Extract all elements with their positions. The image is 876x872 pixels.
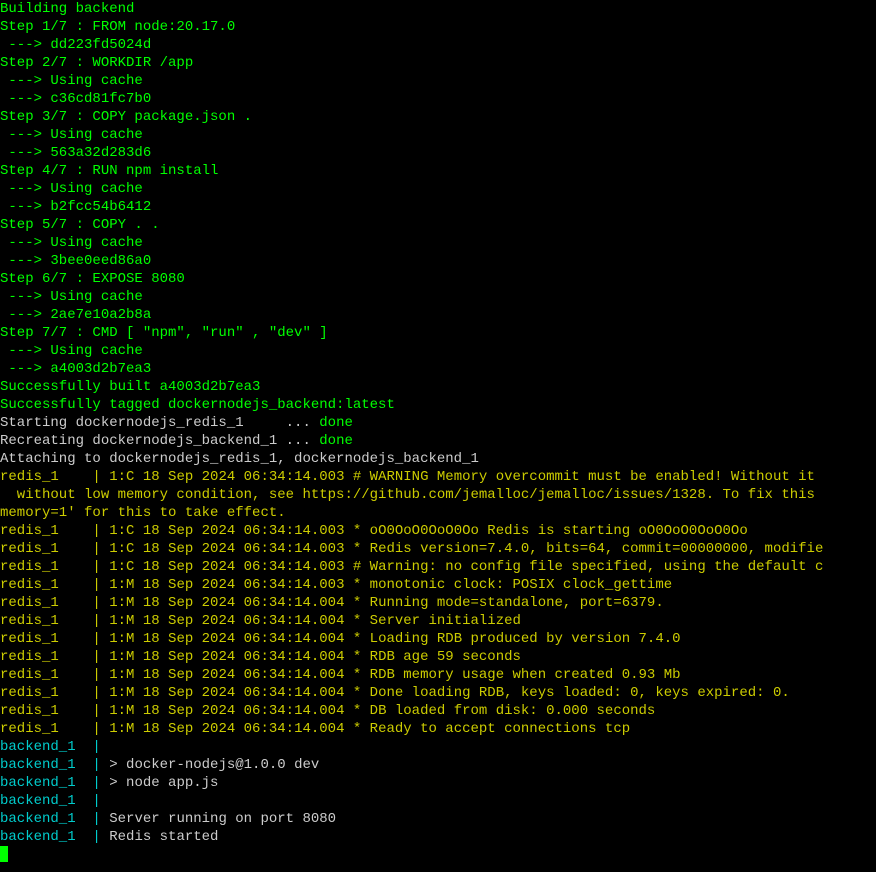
backend-log: backend_1 | Server running on port 8080 — [0, 810, 876, 828]
build-step: Step 7/7 : CMD [ "npm", "run" , "dev" ] — [0, 324, 876, 342]
build-success: Successfully tagged dockernodejs_backend… — [0, 396, 876, 414]
redis-log: redis_1 | 1:C 18 Sep 2024 06:34:14.003 *… — [0, 522, 876, 540]
build-success: Successfully built a4003d2b7ea3 — [0, 378, 876, 396]
redis-log: without low memory condition, see https:… — [0, 486, 876, 504]
cursor-line — [0, 846, 876, 868]
build-step: Step 1/7 : FROM node:20.17.0 — [0, 18, 876, 36]
redis-log: redis_1 | 1:M 18 Sep 2024 06:34:14.003 *… — [0, 576, 876, 594]
build-hash: ---> 563a32d283d6 — [0, 144, 876, 162]
build-hash: ---> dd223fd5024d — [0, 36, 876, 54]
starting-redis: Starting dockernodejs_redis_1 ... done — [0, 414, 876, 432]
backend-log: backend_1 | — [0, 738, 876, 756]
build-cache: ---> Using cache — [0, 342, 876, 360]
build-step: Step 4/7 : RUN npm install — [0, 162, 876, 180]
build-step: Step 5/7 : COPY . . — [0, 216, 876, 234]
redis-log: redis_1 | 1:M 18 Sep 2024 06:34:14.004 *… — [0, 666, 876, 684]
redis-log: redis_1 | 1:M 18 Sep 2024 06:34:14.004 *… — [0, 684, 876, 702]
build-cache: ---> Using cache — [0, 288, 876, 306]
backend-log: backend_1 | Redis started — [0, 828, 876, 846]
redis-log: redis_1 | 1:C 18 Sep 2024 06:34:14.003 *… — [0, 540, 876, 558]
build-step: Step 6/7 : EXPOSE 8080 — [0, 270, 876, 288]
redis-log: redis_1 | 1:M 18 Sep 2024 06:34:14.004 *… — [0, 720, 876, 738]
terminal-output[interactable]: Building backend Step 1/7 : FROM node:20… — [0, 0, 876, 868]
build-step: Step 3/7 : COPY package.json . — [0, 108, 876, 126]
build-hash: ---> a4003d2b7ea3 — [0, 360, 876, 378]
redis-log: memory=1' for this to take effect. — [0, 504, 876, 522]
build-cache: ---> Using cache — [0, 72, 876, 90]
redis-log: redis_1 | 1:M 18 Sep 2024 06:34:14.004 *… — [0, 612, 876, 630]
build-hash: ---> c36cd81fc7b0 — [0, 90, 876, 108]
build-hash: ---> b2fcc54b6412 — [0, 198, 876, 216]
build-cache: ---> Using cache — [0, 234, 876, 252]
backend-log: backend_1 | > node app.js — [0, 774, 876, 792]
starting-backend: Recreating dockernodejs_backend_1 ... do… — [0, 432, 876, 450]
build-cache: ---> Using cache — [0, 180, 876, 198]
redis-log: redis_1 | 1:M 18 Sep 2024 06:34:14.004 *… — [0, 630, 876, 648]
redis-log: redis_1 | 1:C 18 Sep 2024 06:34:14.003 #… — [0, 558, 876, 576]
redis-log: redis_1 | 1:M 18 Sep 2024 06:34:14.004 *… — [0, 594, 876, 612]
backend-log: backend_1 | — [0, 792, 876, 810]
redis-log: redis_1 | 1:M 18 Sep 2024 06:34:14.004 *… — [0, 648, 876, 666]
redis-log: redis_1 | 1:M 18 Sep 2024 06:34:14.004 *… — [0, 702, 876, 720]
backend-log: backend_1 | > docker-nodejs@1.0.0 dev — [0, 756, 876, 774]
build-step: Step 2/7 : WORKDIR /app — [0, 54, 876, 72]
build-line: Building backend — [0, 0, 876, 18]
terminal-cursor — [0, 846, 8, 862]
attaching: Attaching to dockernodejs_redis_1, docke… — [0, 450, 876, 468]
build-hash: ---> 2ae7e10a2b8a — [0, 306, 876, 324]
redis-log: redis_1 | 1:C 18 Sep 2024 06:34:14.003 #… — [0, 468, 876, 486]
build-hash: ---> 3bee0eed86a0 — [0, 252, 876, 270]
build-cache: ---> Using cache — [0, 126, 876, 144]
